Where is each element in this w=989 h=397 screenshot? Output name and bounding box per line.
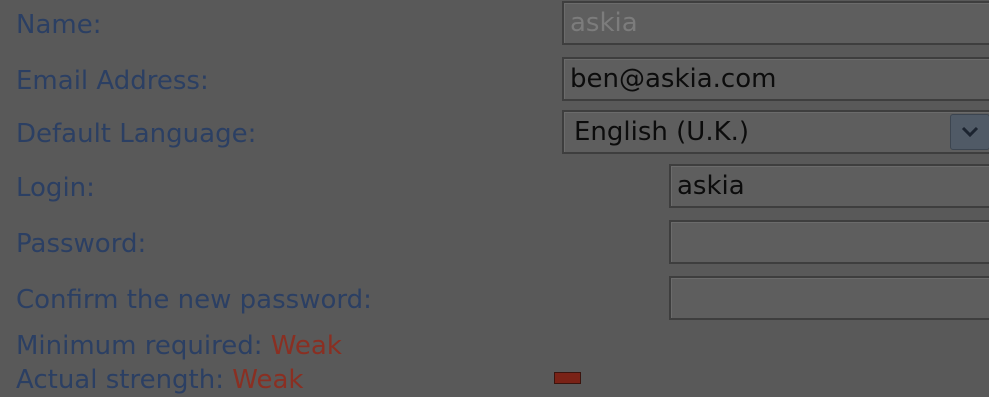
login-label: Login: (16, 173, 95, 203)
actual-strength-label: Actual strength: (16, 365, 224, 395)
minimum-required-value: Weak (270, 331, 342, 361)
email-field[interactable] (562, 57, 989, 101)
name-field[interactable] (562, 1, 989, 45)
minimum-required-row: Minimum required: Weak (16, 333, 342, 359)
actual-strength-value: Weak (232, 365, 304, 395)
minimum-required-label: Minimum required: (16, 331, 263, 361)
password-field[interactable] (669, 220, 989, 264)
confirm-password-field[interactable] (669, 276, 989, 320)
login-field[interactable] (669, 164, 989, 208)
language-select-value: English (U.K.) (574, 117, 750, 147)
name-input[interactable] (564, 3, 989, 43)
default-language-label: Default Language: (16, 119, 257, 149)
confirm-password-input[interactable] (671, 278, 989, 318)
email-input[interactable] (564, 59, 989, 99)
name-label: Name: (16, 10, 102, 40)
password-label: Password: (16, 229, 147, 259)
confirm-password-label: Confirm the new password: (16, 285, 372, 315)
email-label: Email Address: (16, 66, 209, 96)
password-input[interactable] (671, 222, 989, 262)
actual-strength-row: Actual strength: Weak (16, 367, 303, 393)
login-input[interactable] (671, 166, 989, 206)
chevron-down-icon[interactable] (950, 114, 989, 150)
password-strength-meter (554, 372, 581, 384)
language-select[interactable]: English (U.K.) (562, 110, 989, 154)
